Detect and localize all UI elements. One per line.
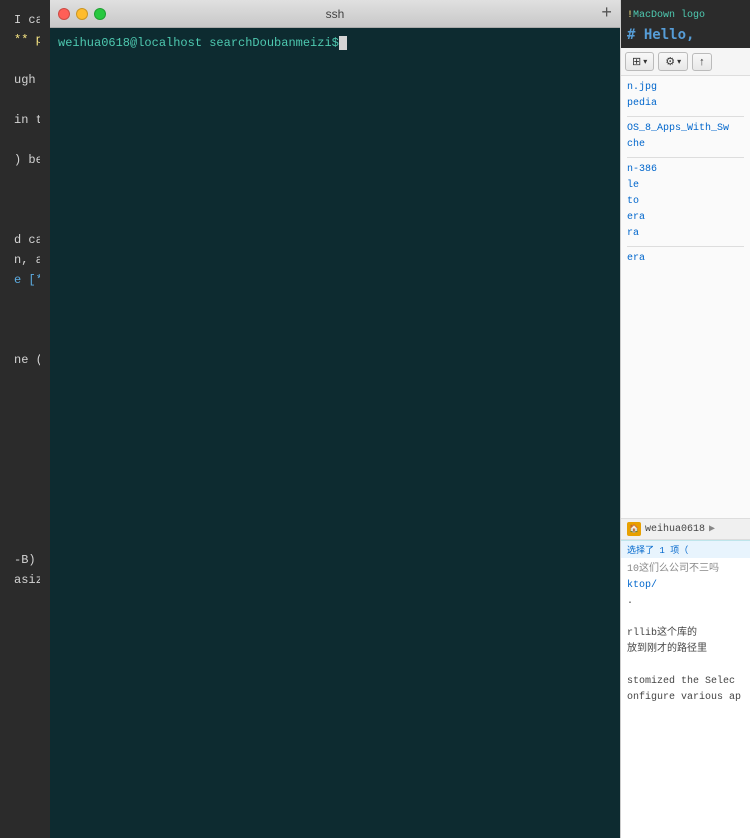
terminal-body[interactable]: weihua0618@localhost searchDoubanmeizi$ — [50, 28, 620, 838]
editor-line-3 — [10, 50, 40, 70]
editor-line-6: in t — [10, 110, 40, 130]
editor-line-20 — [10, 390, 40, 410]
user-avatar: 🏠 — [627, 522, 641, 536]
bottom-line-6: 放到刚才的路径里 — [627, 642, 744, 658]
editor-line-11 — [10, 210, 40, 230]
editor-line-21 — [10, 410, 40, 430]
list-item-7[interactable]: to — [627, 194, 744, 210]
bottom-line-5: rllib这个库的 — [627, 626, 744, 642]
bottom-content: 10这们么公司不三吗 ktop/ . rllib这个库的 放到刚才的路径里 st… — [621, 558, 750, 838]
selection-bar: 选择了 1 项（ — [621, 540, 750, 558]
bottom-line-3: . — [627, 594, 744, 610]
editor-line-12: d ca — [10, 230, 40, 250]
editor-line-8: ) be — [10, 150, 40, 170]
list-item-8[interactable]: era — [627, 210, 744, 226]
editor-line-26 — [10, 510, 40, 530]
right-bottom-panel: 🏠 weihua0618 ▶ 选择了 1 项（ 10这们么公司不三吗 ktop/… — [621, 518, 750, 838]
right-toolbar: ⊞ ▾ ⚙ ▾ ↑ — [621, 48, 750, 76]
username-label: weihua0618 — [645, 524, 705, 535]
terminal-prompt: weihua0618@localhost searchDoubanmeizi$ — [58, 34, 612, 52]
list-item-4[interactable]: che — [627, 137, 744, 153]
editor-line-19 — [10, 370, 40, 390]
bottom-line-1: 10这们么公司不三吗 — [627, 562, 744, 578]
terminal-cursor — [339, 36, 347, 50]
right-content: n.jpg pedia OS_8_Apps_With_Sw che n-386 … — [621, 76, 750, 271]
list-item-6[interactable]: le — [627, 178, 744, 194]
editor-line-18: ne ( — [10, 350, 40, 370]
editor-line-28: -B) — [10, 550, 40, 570]
share-button[interactable]: ↑ — [692, 53, 712, 71]
editor-line-15 — [10, 290, 40, 310]
bottom-line-4 — [627, 610, 744, 626]
editor-line-17 — [10, 330, 40, 350]
grid-chevron: ▾ — [643, 57, 647, 66]
right-main: # Hello, ⊞ ▾ ⚙ ▾ ↑ n.jpg pedia OS_8_Apps… — [621, 22, 750, 518]
bottom-line-2[interactable]: ktop/ — [627, 578, 744, 594]
traffic-lights — [58, 8, 106, 20]
selection-text: 选择了 1 项（ — [627, 546, 688, 556]
list-item-2[interactable]: pedia — [627, 96, 744, 112]
right-header-text: !MacDown logo — [627, 10, 705, 21]
share-icon: ↑ — [699, 56, 705, 68]
editor-line-27 — [10, 530, 40, 550]
terminal-titlebar: ssh + — [50, 0, 620, 28]
minimize-button[interactable] — [76, 8, 88, 20]
editor-line-16 — [10, 310, 40, 330]
editor-line-10 — [10, 190, 40, 210]
gear-icon: ⚙ — [665, 55, 675, 68]
divider-3 — [627, 246, 744, 247]
bottom-header: 🏠 weihua0618 ▶ — [621, 519, 750, 540]
list-item-1[interactable]: n.jpg — [627, 80, 744, 96]
maximize-button[interactable] — [94, 8, 106, 20]
gear-chevron: ▾ — [677, 57, 681, 66]
editor-line-14: e [* — [10, 270, 40, 290]
avatar-icon: 🏠 — [629, 524, 639, 534]
terminal-panel: ssh + weihua0618@localhost searchDoubanm… — [50, 0, 620, 838]
gear-button[interactable]: ⚙ ▾ — [658, 52, 688, 71]
divider-1 — [627, 116, 744, 117]
editor-line-24 — [10, 470, 40, 490]
new-tab-button[interactable]: + — [601, 5, 612, 23]
editor-line-5 — [10, 90, 40, 110]
editor-line-9 — [10, 170, 40, 190]
editor-line-23 — [10, 450, 40, 470]
prompt-user: weihua0618@localhost searchDoubanmeizi$ — [58, 36, 339, 50]
list-item-3[interactable]: OS_8_Apps_With_Sw — [627, 121, 744, 137]
editor-line-1: I ca — [10, 10, 40, 30]
editor-line-25 — [10, 490, 40, 510]
right-panel: !MacDown logo # Hello, ⊞ ▾ ⚙ ▾ ↑ n.jpg p… — [620, 0, 750, 838]
terminal-title: ssh — [326, 7, 345, 21]
bottom-line-9: onfigure various ap — [627, 690, 744, 706]
editor-panel: I ca ** p ugh in t ) be d ca n, and e [*… — [0, 0, 50, 838]
editor-line-4: ugh — [10, 70, 40, 90]
editor-line-2: ** p — [10, 30, 40, 50]
list-item-9[interactable]: ra — [627, 226, 744, 242]
right-header: !MacDown logo — [621, 0, 750, 22]
divider-2 — [627, 157, 744, 158]
grid-view-button[interactable]: ⊞ ▾ — [625, 52, 654, 71]
editor-line-29: asiz — [10, 570, 40, 590]
editor-line-13: n, and — [10, 250, 40, 270]
editor-line-7 — [10, 130, 40, 150]
editor-line-22 — [10, 430, 40, 450]
close-button[interactable] — [58, 8, 70, 20]
list-item-10[interactable]: era — [627, 251, 744, 267]
bottom-line-8: stomized the Selec — [627, 674, 744, 690]
list-item-5[interactable]: n-386 — [627, 162, 744, 178]
arrow-icon: ▶ — [709, 523, 715, 535]
markdown-heading: # Hello, — [627, 27, 694, 43]
bottom-line-7 — [627, 658, 744, 674]
grid-icon: ⊞ — [632, 55, 641, 68]
